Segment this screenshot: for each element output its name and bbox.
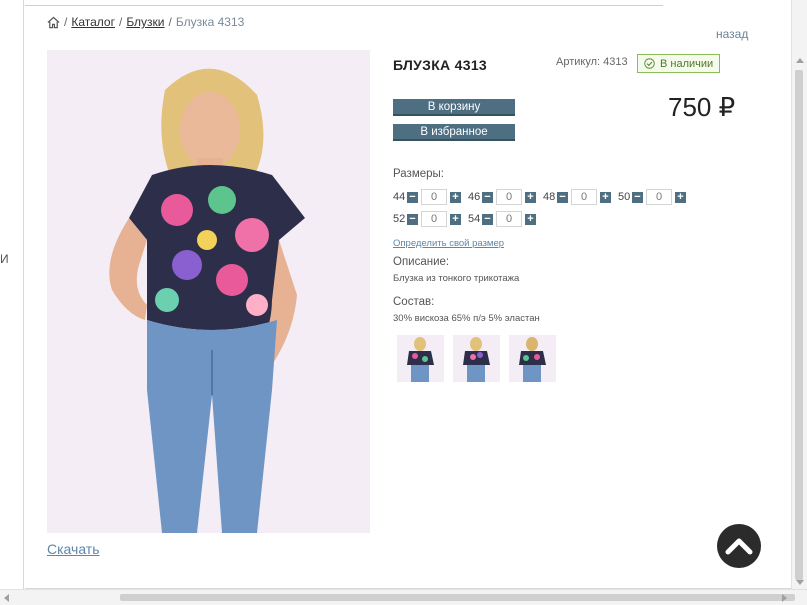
scroll-right-arrow-icon[interactable] (782, 594, 787, 602)
scroll-left-arrow-icon[interactable] (4, 594, 9, 602)
quantity-input[interactable]: 0 (421, 211, 447, 227)
horizontal-scrollbar[interactable] (0, 589, 807, 605)
sidebar-fragment: И (0, 252, 9, 266)
size-value: 52 (393, 213, 406, 225)
download-link[interactable]: Скачать (47, 541, 100, 557)
size-option-52: 52 − 0 + (393, 211, 461, 227)
product-image[interactable] (47, 50, 370, 533)
size-option-50: 50 − 0 + (618, 189, 686, 205)
thumbnail-image[interactable] (509, 335, 556, 382)
add-to-cart-button[interactable]: В корзину (393, 99, 515, 116)
top-divider (25, 5, 663, 6)
quantity-input[interactable]: 0 (646, 189, 672, 205)
increment-button[interactable]: + (525, 213, 536, 225)
size-option-44: 44 − 0 + (393, 189, 461, 205)
quantity-input[interactable]: 0 (421, 189, 447, 205)
check-circle-icon (644, 58, 655, 69)
scrollbar-thumb[interactable] (795, 70, 803, 580)
home-icon[interactable] (47, 16, 60, 29)
decrement-button[interactable]: − (482, 213, 493, 225)
size-value: 44 (393, 191, 406, 203)
breadcrumb-separator: / (64, 15, 68, 29)
composition-text: 30% вискоза 65% п/э 5% эластан (393, 313, 540, 324)
size-option-54: 54 − 0 + (468, 211, 536, 227)
decrement-button[interactable]: − (557, 191, 568, 203)
size-option-46: 46 − 0 + (468, 189, 536, 205)
thumbnail-gallery (397, 335, 556, 382)
quantity-input[interactable]: 0 (496, 211, 522, 227)
description-label: Описание: (393, 256, 450, 268)
product-title: БЛУЗКА 4313 (393, 57, 488, 73)
increment-button[interactable]: + (450, 191, 461, 203)
thumbnail-image[interactable] (453, 335, 500, 382)
breadcrumb-current: Блузка 4313 (175, 15, 245, 29)
breadcrumb-category-link[interactable]: Блузки (126, 15, 164, 29)
back-link[interactable]: назад (716, 27, 748, 41)
scrollbar-thumb[interactable] (120, 594, 795, 601)
thumbnail-image[interactable] (397, 335, 444, 382)
scroll-down-arrow-icon[interactable] (796, 580, 804, 585)
left-divider (23, 0, 24, 590)
description-text: Блузка из тонкого трикотажа (393, 273, 520, 284)
decrement-button[interactable]: − (632, 191, 643, 203)
quantity-input[interactable]: 0 (571, 189, 597, 205)
size-value: 48 (543, 191, 556, 203)
vertical-scrollbar[interactable] (791, 0, 807, 590)
stock-badge: В наличии (637, 54, 721, 73)
size-row: 52 − 0 + 54 − 0 + (393, 210, 543, 228)
breadcrumb-catalog-link[interactable]: Каталог (71, 15, 115, 29)
increment-button[interactable]: + (450, 213, 461, 225)
scroll-up-arrow-icon[interactable] (796, 58, 804, 63)
increment-button[interactable]: + (600, 191, 611, 203)
scroll-to-top-button[interactable] (717, 524, 761, 568)
product-sku: Артикул: 4313 (556, 56, 628, 68)
size-value: 46 (468, 191, 481, 203)
breadcrumb-separator: / (168, 15, 172, 29)
size-option-48: 48 − 0 + (543, 189, 611, 205)
size-value: 50 (618, 191, 631, 203)
breadcrumb: / Каталог / Блузки / Блузка 4313 (47, 15, 244, 29)
decrement-button[interactable]: − (407, 213, 418, 225)
size-row: 44 − 0 + 46 − 0 + 48 − 0 + 50 − 0 + (393, 188, 693, 206)
chevron-up-icon (725, 538, 753, 555)
sizes-label: Размеры: (393, 168, 444, 180)
increment-button[interactable]: + (525, 191, 536, 203)
quantity-input[interactable]: 0 (496, 189, 522, 205)
increment-button[interactable]: + (675, 191, 686, 203)
product-price: 750 ₽ (668, 92, 736, 122)
decrement-button[interactable]: − (482, 191, 493, 203)
breadcrumb-separator: / (118, 15, 123, 29)
stock-label: В наличии (660, 57, 714, 70)
decrement-button[interactable]: − (407, 191, 418, 203)
composition-label: Состав: (393, 296, 435, 308)
size-guide-link[interactable]: Определить свой размер (393, 238, 504, 249)
size-value: 54 (468, 213, 481, 225)
add-to-favorites-button[interactable]: В избранное (393, 124, 515, 141)
